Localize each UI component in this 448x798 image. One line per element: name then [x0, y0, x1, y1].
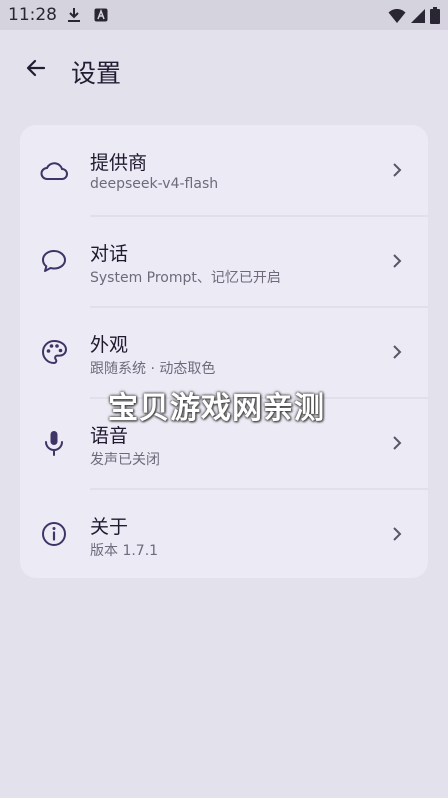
- status-bar: 11:28: [0, 0, 448, 30]
- settings-item-subtitle: 跟随系统 · 动态取色: [90, 361, 216, 377]
- settings-item-subtitle: System Prompt、记忆已开启: [90, 270, 281, 286]
- chevron-right-icon: [390, 525, 404, 543]
- arrow-back-icon: [24, 56, 48, 84]
- settings-item-title: 关于: [90, 516, 129, 538]
- a-badge-icon: [94, 7, 108, 26]
- settings-item-subtitle: 发声已关闭: [90, 452, 160, 468]
- chevron-right-icon: [390, 252, 404, 270]
- info-icon: [40, 520, 68, 548]
- back-button[interactable]: [14, 48, 58, 92]
- wifi-icon: [388, 8, 406, 28]
- cloud-icon: [40, 156, 68, 184]
- status-right-icons: [388, 7, 440, 28]
- watermark: 宝贝游戏网亲测: [108, 391, 325, 426]
- page-title: 设置: [71, 59, 122, 88]
- download-icon: [66, 7, 82, 27]
- settings-item-subtitle: 版本 1.7.1: [90, 543, 159, 559]
- settings-card: 提供商 deepseek-v4-flash 对话 System Prompt、记…: [20, 125, 428, 578]
- status-time: 11:28: [8, 5, 57, 25]
- mic-icon: [40, 429, 68, 457]
- app-bar: 设置: [0, 30, 448, 112]
- settings-item-title: 外观: [90, 334, 129, 356]
- settings-item-about[interactable]: 关于 版本 1.7.1: [20, 489, 428, 578]
- chevron-right-icon: [390, 161, 404, 179]
- settings-item-conversation[interactable]: 对话 System Prompt、记忆已开启: [20, 216, 428, 306]
- settings-item-subtitle: deepseek-v4-flash: [90, 176, 219, 192]
- battery-icon: [430, 7, 440, 28]
- signal-icon: [410, 8, 426, 28]
- chevron-right-icon: [390, 343, 404, 361]
- settings-item-provider[interactable]: 提供商 deepseek-v4-flash: [20, 125, 428, 215]
- settings-item-title: 对话: [90, 243, 129, 265]
- palette-icon: [40, 338, 68, 366]
- settings-item-title: 提供商: [90, 152, 148, 174]
- chevron-right-icon: [390, 434, 404, 452]
- chat-bubble-icon: [40, 247, 68, 275]
